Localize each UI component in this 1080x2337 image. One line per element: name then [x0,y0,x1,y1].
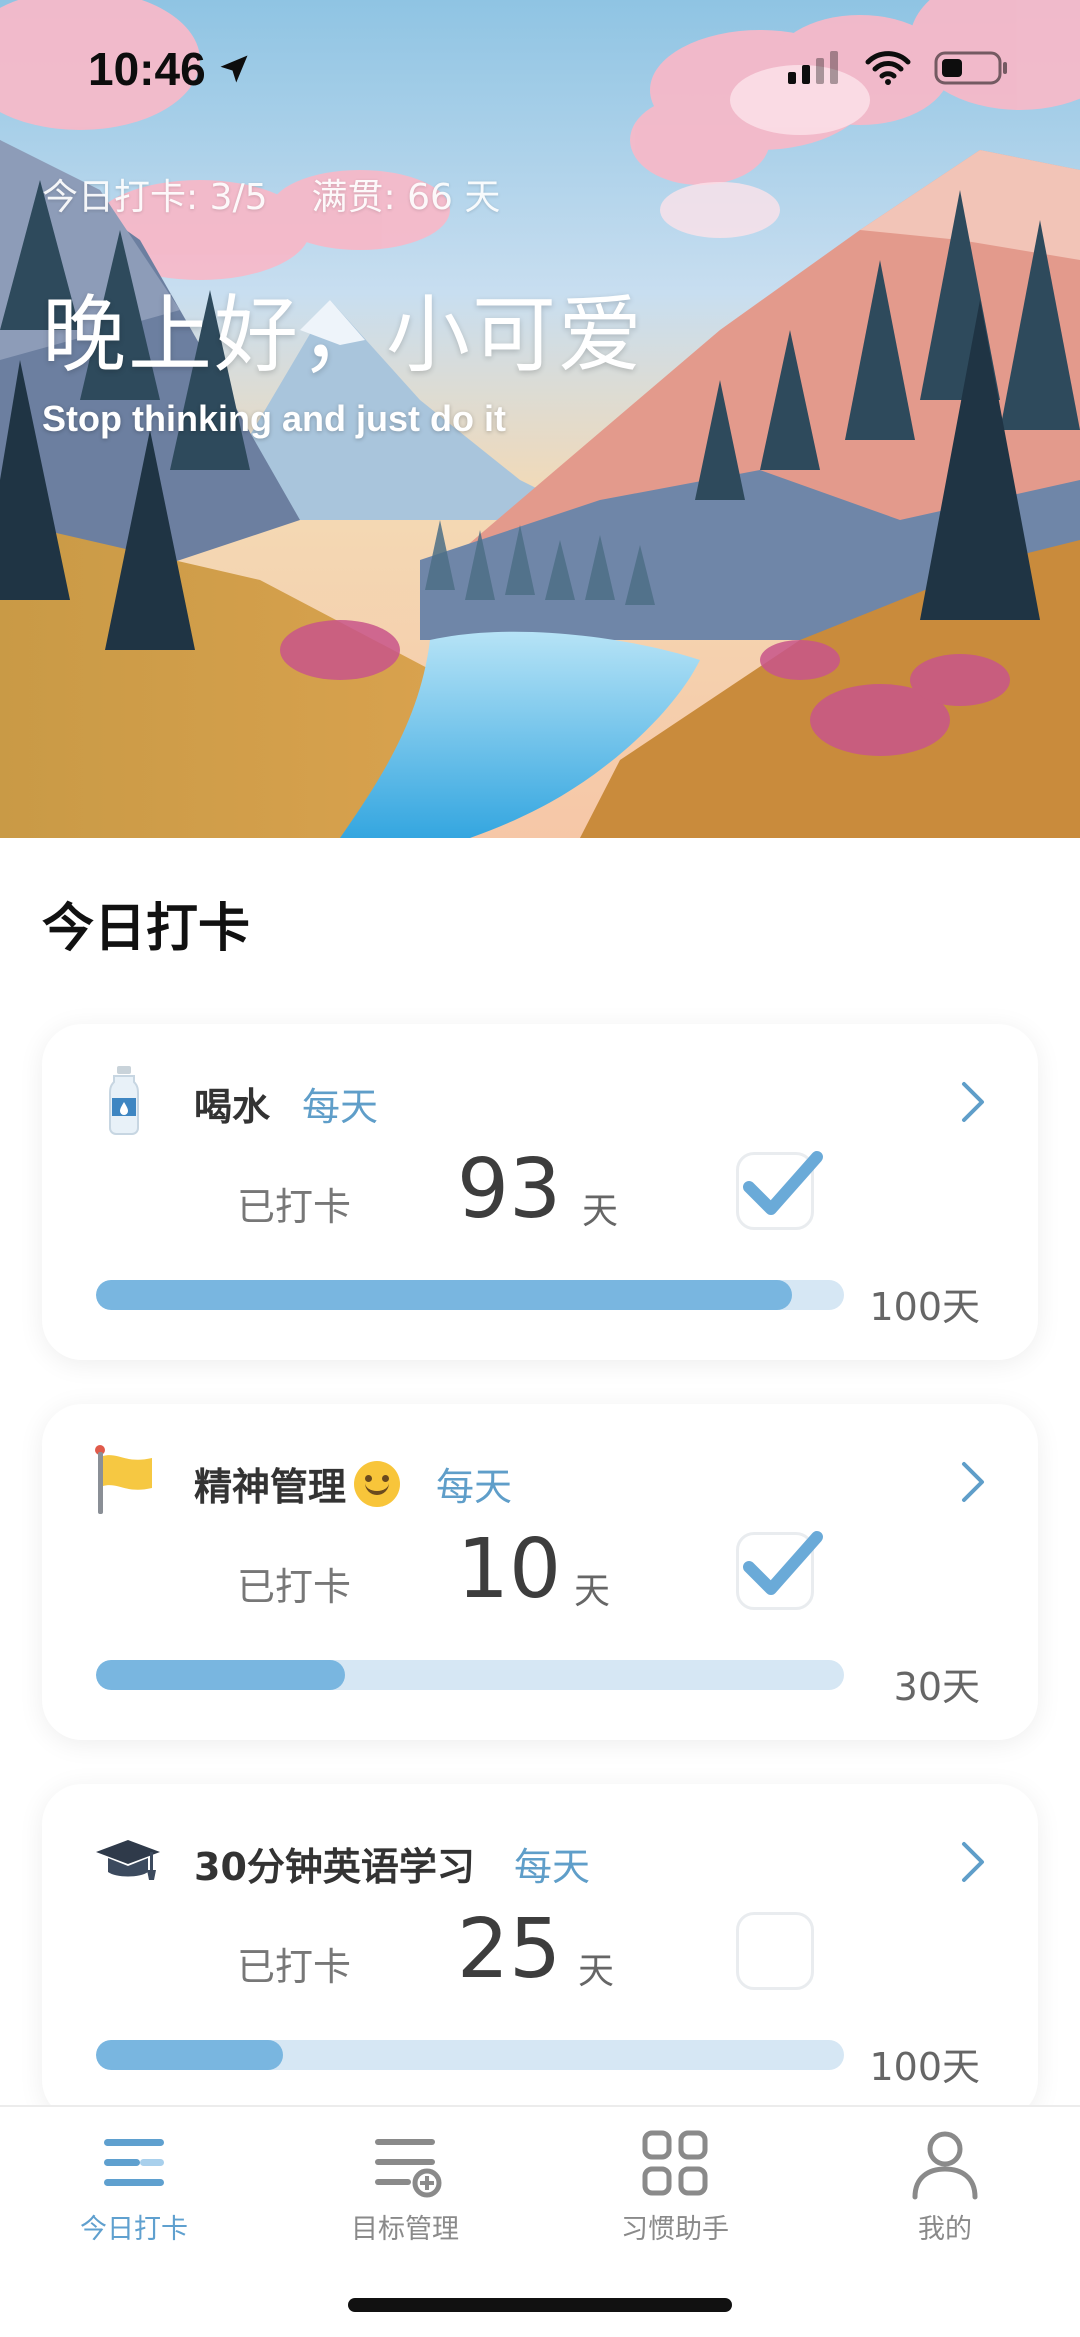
count-unit: 天 [574,1571,611,1612]
cellular-signal-icon [788,51,838,84]
checkmark-icon [743,1151,823,1215]
greeting-text: 晚上好，小可爱 [42,286,645,384]
progress-fill [96,2040,283,2070]
target-days: 100天 [869,2045,980,2089]
checked-in-label: 已打卡 [237,1565,352,1609]
habit-name: 喝水 [194,1085,271,1129]
graduation-cap-icon [96,1840,160,1880]
checkin-checkbox[interactable] [736,1151,823,1230]
hero-stats: 今日打卡: 3/5 满贯: 66 天 [42,168,500,220]
progress-bar [96,2040,844,2070]
habit-card-english[interactable]: 30分钟英语学习 每天 已打卡 25 天 100天 [42,1784,1038,2120]
checkmark-icon [743,1531,823,1595]
status-icons [786,50,1010,86]
home-indicator [348,2298,732,2312]
location-arrow-icon [220,55,248,83]
water-bottle-icon [109,1066,139,1135]
chevron-right-icon[interactable] [958,1838,988,1886]
goal-add-icon [375,2139,442,2198]
tab-today-checkin[interactable]: 今日打卡 [34,2125,234,2246]
tab-label: 我的 [918,2214,972,2245]
chevron-right-icon[interactable] [958,1078,988,1126]
motto-text: Stop thinking and just do it [42,398,506,439]
checkin-count: 10 [456,1522,562,1617]
habit-frequency: 每天 [514,1845,591,1889]
progress-bar [96,1660,844,1690]
progress-fill [96,1660,346,1690]
checkin-count: 25 [456,1902,562,1997]
checkin-list-icon [104,2139,164,2186]
full-streak-days: 满贯: 66 天 [311,177,501,218]
tab-habit-assistant[interactable]: 习惯助手 [575,2125,775,2246]
habit-name: 精神管理 [194,1456,401,1511]
yellow-flag-icon [95,1445,152,1514]
checked-in-label: 已打卡 [237,1185,352,1229]
user-profile-icon [912,2131,978,2200]
tab-mine[interactable]: 我的 [845,2125,1045,2246]
habit-frequency: 每天 [302,1085,379,1129]
wifi-icon [865,51,911,85]
target-days: 100天 [869,1285,980,1329]
grid-apps-icon [642,2130,708,2196]
status-bar: 10:46 [0,0,1080,140]
progress-fill [96,1280,792,1310]
tab-label: 习惯助手 [621,2214,729,2245]
count-unit: 天 [582,1191,619,1232]
battery-icon [934,51,1007,85]
checkin-checkbox[interactable] [736,1912,814,1990]
checked-in-label: 已打卡 [237,1945,352,1989]
tab-goal-management[interactable]: 目标管理 [305,2125,505,2246]
today-checkin-count: 今日打卡: 3/5 [42,177,268,218]
habit-card-mental[interactable]: 精神管理 每天 已打卡 10 天 30天 [42,1404,1038,1740]
clock-text: 10:46 [88,43,206,95]
tab-label: 今日打卡 [80,2214,188,2245]
section-title: 今日打卡 [42,899,251,959]
habit-frequency: 每天 [436,1465,513,1509]
checkin-count: 93 [456,1142,562,1237]
chevron-right-icon[interactable] [958,1458,988,1506]
hero-banner: 10:46 今日打卡: 3/5 满贯: 66 天 晚上好，小可爱 Stop th… [0,0,1080,838]
checkin-checkbox[interactable] [736,1531,823,1610]
count-unit: 天 [578,1951,615,1992]
smile-emoji-icon [354,1460,401,1507]
progress-bar [96,1280,844,1310]
habit-name: 30分钟英语学习 [194,1845,475,1889]
habit-card-water[interactable]: 喝水 每天 已打卡 93 天 100天 [42,1024,1038,1360]
tab-label: 目标管理 [351,2214,459,2245]
target-days: 30天 [893,1665,980,1709]
status-time: 10:46 [88,42,252,96]
